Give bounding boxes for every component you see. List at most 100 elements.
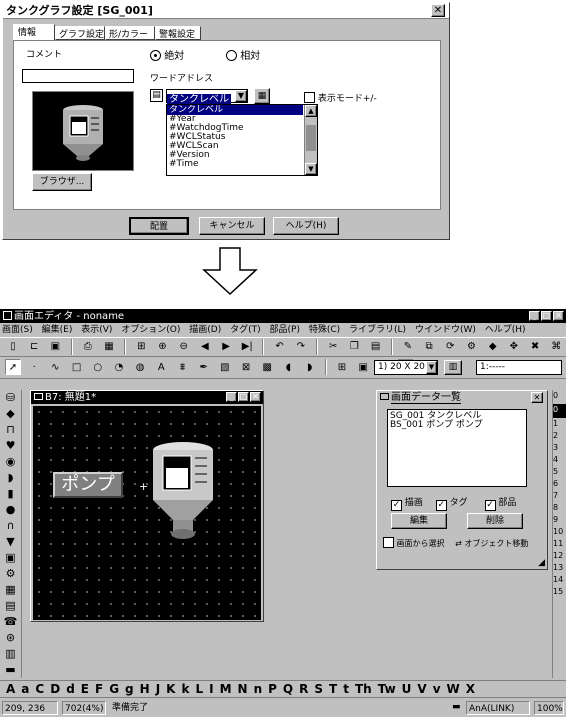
letter-item[interactable]: W [447, 682, 460, 696]
select-from-screen-checkbox[interactable]: 画面から選択 [383, 537, 445, 548]
letter-item[interactable]: P [268, 682, 277, 696]
jump-icon[interactable]: ▶| [239, 339, 255, 355]
row-number[interactable]: 8 [553, 502, 566, 514]
pen-icon[interactable]: ✒ [196, 360, 212, 376]
keypad-tool-icon[interactable]: ▤ [0, 598, 21, 614]
letter-item[interactable]: k [181, 682, 189, 696]
circle-icon[interactable]: ○ [90, 360, 106, 376]
dropdown-list[interactable]: タンクレベル #Year #WatchdogTime #WCLStatus #W… [166, 104, 318, 176]
menu-help[interactable]: ヘルプ(H) [485, 325, 526, 335]
image-icon[interactable]: ▩ [259, 360, 275, 376]
tab-graph-settings[interactable]: グラフ設定 [55, 26, 105, 40]
copy-icon[interactable]: ❐ [346, 339, 362, 355]
menu-parts[interactable]: 部品(P) [270, 325, 300, 335]
bulb-icon[interactable]: ◖ [280, 360, 296, 376]
letter-item[interactable]: L [195, 682, 203, 696]
row-number[interactable]: 5 [553, 466, 566, 478]
cut-icon[interactable]: ✂ [325, 339, 341, 355]
letter-item[interactable]: Tw [378, 682, 396, 696]
right-palette-selected[interactable]: 0 [553, 404, 566, 418]
group-icon[interactable]: ⌘ [548, 339, 564, 355]
diamond-icon[interactable]: ◆ [485, 339, 501, 355]
letter-item[interactable]: n [254, 682, 263, 696]
minimize-button[interactable]: _ [226, 392, 237, 402]
next-icon[interactable]: ▶ [218, 339, 234, 355]
letter-item[interactable]: H [140, 682, 150, 696]
letter-item[interactable]: X [466, 682, 475, 696]
comment-input[interactable] [22, 69, 134, 83]
list-item[interactable]: BS_001 ポンプ ポンプ [390, 421, 524, 430]
drawing-canvas[interactable]: ポンプ + [33, 406, 261, 620]
stamp-icon[interactable]: ⊠ [238, 360, 254, 376]
lamp-icon[interactable]: ◗ [302, 360, 318, 376]
row-number[interactable]: 2 [553, 430, 566, 442]
row-number[interactable]: 9 [553, 514, 566, 526]
row-number[interactable]: 12 [553, 550, 566, 562]
tank-graph-object[interactable] [145, 434, 225, 554]
letter-item[interactable]: C [35, 682, 44, 696]
grid-icon[interactable]: ▦ [101, 339, 117, 355]
text-icon[interactable]: A [153, 360, 169, 376]
letter-item[interactable]: K [166, 682, 175, 696]
letter-item[interactable]: g [125, 682, 134, 696]
menu-tag[interactable]: タグ(T) [230, 325, 261, 335]
cone-tool-icon[interactable]: ▼ [0, 534, 21, 550]
menu-special[interactable]: 特殊(C) [309, 325, 340, 335]
arc-icon[interactable]: ◔ [111, 360, 127, 376]
letter-item[interactable]: A [6, 682, 15, 696]
maximize-button[interactable]: □ [541, 311, 552, 321]
meter-tool-icon[interactable]: ◉ [0, 454, 21, 470]
menu-view[interactable]: 表示(V) [81, 325, 112, 335]
print-icon[interactable]: ⎙ [80, 339, 96, 355]
delete-button[interactable]: 削除 [467, 513, 523, 529]
snap-icon[interactable]: ▣ [355, 360, 371, 376]
letter-item[interactable]: S [314, 682, 323, 696]
alarm-tool-icon[interactable]: ☎ [0, 614, 21, 630]
letter-item[interactable]: M [220, 682, 232, 696]
letter-item[interactable]: V [417, 682, 426, 696]
layer-select[interactable]: 1:----- [476, 360, 562, 375]
row-number[interactable]: 10 [553, 526, 566, 538]
row-number[interactable]: 14 [553, 574, 566, 586]
help-button[interactable]: ヘルプ(H) [273, 217, 339, 235]
fill-icon[interactable]: ◍ [132, 360, 148, 376]
menu-draw[interactable]: 描画(D) [189, 325, 221, 335]
row-number[interactable]: 7 [553, 490, 566, 502]
keypad-icon[interactable]: ▦ [254, 88, 270, 104]
settings-icon[interactable]: ⚙ [464, 339, 480, 355]
letter-item[interactable]: N [238, 682, 248, 696]
pump-switch[interactable]: ポンプ [53, 472, 123, 498]
parts-checkbox[interactable]: ✓ 部品 [484, 498, 516, 511]
edit-button[interactable]: 編集 [391, 513, 447, 529]
film-tool-icon[interactable]: ▬ [0, 662, 21, 678]
cancel-button[interactable]: キャンセル [199, 217, 265, 235]
layer-icon[interactable]: ⧉ [421, 339, 437, 355]
letter-item[interactable]: E [81, 682, 89, 696]
row-number[interactable]: 3 [553, 442, 566, 454]
lock-tool-icon[interactable]: ⊛ [0, 630, 21, 646]
tab-shape-color[interactable]: 形/カラー [105, 26, 155, 40]
tank-tool-icon[interactable]: ⛁ [0, 390, 21, 406]
dropdown-item[interactable]: #Time [167, 160, 317, 169]
zoom-out-icon[interactable]: ⊖ [176, 339, 192, 355]
paste-icon[interactable]: ▤ [368, 339, 384, 355]
flask-tool-icon[interactable]: ◗ [0, 470, 21, 486]
scroll-down-icon[interactable]: ▼ [305, 163, 317, 175]
browse-button[interactable]: ブラウザ... [32, 173, 92, 191]
heart-tool-icon[interactable]: ♥ [0, 438, 21, 454]
delete-icon[interactable]: ✖ [527, 339, 543, 355]
letter-item[interactable]: Q [283, 682, 293, 696]
scroll-thumb[interactable] [306, 125, 316, 151]
row-number[interactable]: 15 [553, 586, 566, 598]
chevron-down-icon[interactable]: ▼ [426, 361, 437, 374]
dropdown-scrollbar[interactable]: ▲ ▼ [304, 105, 317, 175]
valve-tool-icon[interactable]: ◆ [0, 406, 21, 422]
arch-tool-icon[interactable]: ∩ [0, 518, 21, 534]
letter-item[interactable]: F [95, 682, 103, 696]
rectangle-icon[interactable]: □ [69, 360, 85, 376]
menu-screen[interactable]: 画面(S) [2, 325, 33, 335]
letter-item[interactable]: J [156, 682, 160, 696]
undo-icon[interactable]: ↶ [272, 339, 288, 355]
letter-item[interactable]: U [402, 682, 412, 696]
radio-relative[interactable]: 相対 [226, 47, 260, 62]
